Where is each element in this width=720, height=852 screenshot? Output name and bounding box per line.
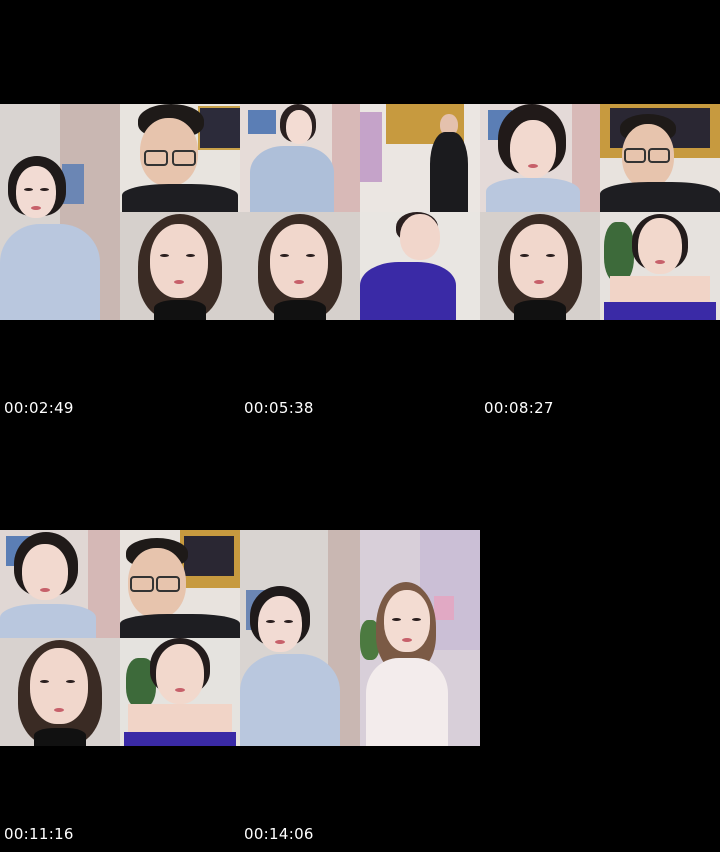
thumbnail-5[interactable] <box>240 212 360 320</box>
timestamp-4: 00:11:16 <box>4 825 74 843</box>
thumbnail-7[interactable] <box>480 104 600 212</box>
thumbnail-12[interactable] <box>0 530 120 638</box>
thumbnail-13[interactable] <box>120 530 240 638</box>
thumbnail-8[interactable] <box>600 104 720 212</box>
timestamp-1: 00:02:49 <box>4 399 74 417</box>
thumbnail-9[interactable] <box>360 212 480 320</box>
thumbnail-1[interactable] <box>0 104 120 320</box>
timestamp-5: 00:14:06 <box>244 825 314 843</box>
thumbnail-14[interactable] <box>0 638 120 746</box>
thumbnail-3[interactable] <box>240 104 360 212</box>
thumbnail-2[interactable] <box>120 104 240 212</box>
thumbnail-4[interactable] <box>120 212 240 320</box>
thumbnail-17[interactable] <box>360 530 480 746</box>
thumbnail-11[interactable] <box>600 212 720 320</box>
thumbnail-10[interactable] <box>480 212 600 320</box>
thumbnail-16[interactable] <box>240 530 360 746</box>
video-contact-sheet: { "timestamps": { "t1": "00:02:49", "t2"… <box>0 0 720 852</box>
timestamp-2: 00:05:38 <box>244 399 314 417</box>
thumbnail-15[interactable] <box>120 638 240 746</box>
timestamp-3: 00:08:27 <box>484 399 554 417</box>
thumbnail-6[interactable] <box>360 104 480 212</box>
